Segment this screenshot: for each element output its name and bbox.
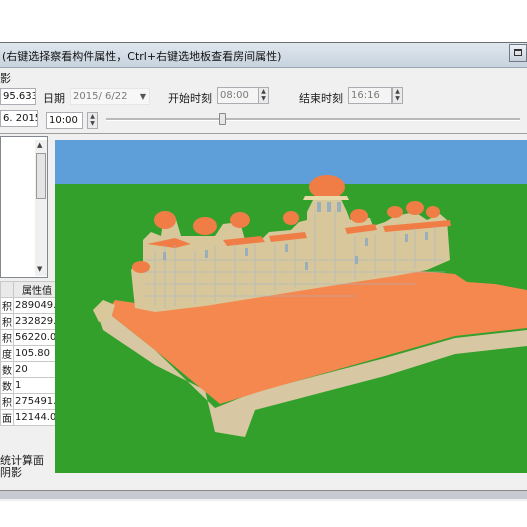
property-value: 20 [13, 361, 61, 378]
column-header: 属性值 [13, 281, 61, 298]
dome [193, 217, 217, 235]
scroll-down-icon[interactable]: ▼ [37, 265, 42, 273]
property-name: 数 [0, 377, 14, 394]
title-bar: (右键选择察看构件属性，Ctrl+右键选地板查看房间属性) [0, 43, 527, 68]
spin-down-icon[interactable]: ▼ [393, 95, 402, 102]
property-name: 积 [0, 393, 14, 410]
property-value: 275491.1 [13, 393, 61, 410]
dome [283, 211, 299, 225]
end-time-field[interactable]: 16:16 [348, 87, 392, 104]
table-row[interactable]: 积 275491.1 [0, 393, 61, 410]
time-slider-thumb[interactable] [218, 113, 226, 125]
dome [230, 212, 250, 228]
table-header-row: 属性值 [0, 281, 61, 298]
property-value: 56220.0 [13, 329, 61, 346]
property-table: 属性值 积 289049.9 积 232829.9 积 56220.0 度 105.80… [0, 281, 61, 426]
window-title: (右键选择察看构件属性，Ctrl+右键选地板查看房间属性) [2, 50, 282, 63]
chevron-down-icon: ▼ [139, 92, 146, 101]
property-name: 度 [0, 345, 14, 362]
status-bar [0, 490, 527, 499]
dome [132, 261, 150, 273]
dome [406, 201, 424, 215]
start-time-field[interactable]: 08:00 [217, 87, 259, 104]
property-name: 积 [0, 329, 14, 346]
table-row[interactable]: 积 232829.9 [0, 313, 61, 330]
dome [426, 206, 440, 218]
scene-render [55, 140, 527, 473]
date-label: 日期 [43, 92, 65, 105]
property-name: 积 [0, 313, 14, 330]
time-spinner[interactable]: ▲ ▼ [87, 112, 98, 129]
column-header [0, 281, 14, 298]
dome [387, 206, 403, 218]
table-row[interactable]: 积 56220.0 [0, 329, 61, 346]
property-value: 1 [13, 377, 61, 394]
end-time-spinner[interactable]: ▲ ▼ [392, 87, 403, 104]
table-row[interactable]: 度 105.80 [0, 345, 61, 362]
spin-up-icon[interactable]: ▲ [88, 113, 97, 120]
tower-band [303, 196, 349, 200]
date-short-field[interactable]: 6. 2015 [0, 110, 38, 127]
end-time-label: 结束时刻 [299, 92, 343, 105]
divider [0, 133, 527, 134]
property-name: 面 [0, 409, 14, 426]
spin-up-icon[interactable]: ▲ [259, 88, 268, 95]
table-row[interactable]: 数1 [0, 377, 61, 394]
3d-viewport[interactable] [55, 140, 527, 473]
table-row[interactable]: 面 12144.0 [0, 409, 61, 426]
scroll-up-icon[interactable]: ▲ [37, 141, 42, 149]
maximize-icon [514, 49, 522, 56]
date-value: 2015/ 6/22 [73, 91, 128, 102]
spin-down-icon[interactable]: ▼ [88, 120, 97, 127]
time-slider[interactable] [106, 118, 520, 121]
scrollbar-thumb[interactable] [36, 153, 46, 199]
dome [350, 209, 368, 223]
time-field[interactable]: 10:00 [46, 112, 83, 129]
start-time-spinner[interactable]: ▲ ▼ [258, 87, 269, 104]
spin-down-icon[interactable]: ▼ [259, 95, 268, 102]
dome [154, 211, 176, 229]
dome-center [309, 175, 345, 199]
spin-up-icon[interactable]: ▲ [393, 88, 402, 95]
date-picker[interactable]: 2015/ 6/22 ▼ [70, 88, 150, 105]
coord-field[interactable]: 95.633 [0, 88, 36, 105]
maximize-button[interactable] [509, 44, 527, 62]
property-value: 289049.9 [13, 297, 61, 314]
tree-scrollbar[interactable]: ▲ ▼ [35, 140, 47, 276]
menu-shadow[interactable]: 影 [0, 70, 11, 86]
property-value: 105.80 [13, 345, 61, 362]
sky [55, 140, 527, 184]
start-time-label: 开始时刻 [168, 92, 212, 105]
property-name: 数 [0, 361, 14, 378]
table-row[interactable]: 积 289049.9 [0, 297, 61, 314]
property-name: 积 [0, 297, 14, 314]
property-value: 12144.0 [13, 409, 61, 426]
property-value: 232829.9 [13, 313, 61, 330]
shadow-label: 阴影 [0, 466, 22, 479]
table-row[interactable]: 数 20 [0, 361, 61, 378]
